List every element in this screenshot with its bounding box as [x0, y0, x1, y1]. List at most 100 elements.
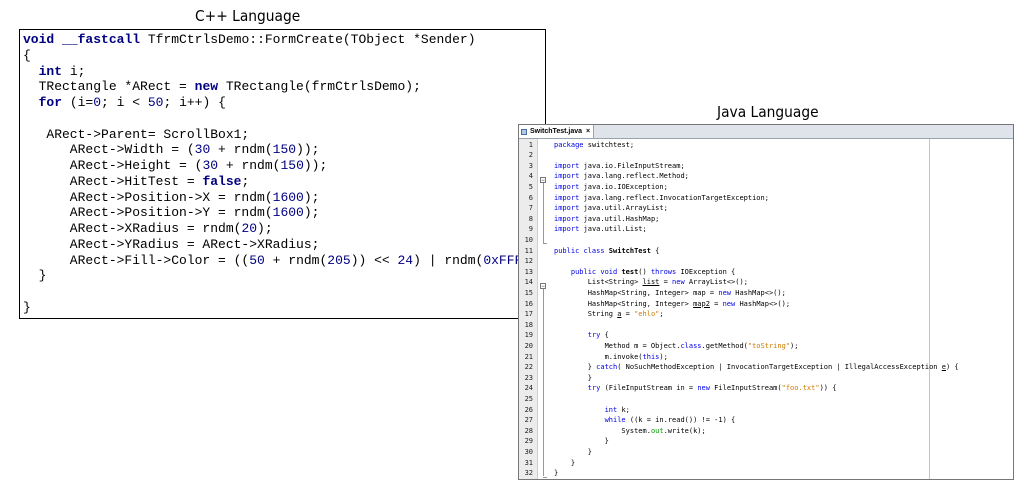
java-code-segment: );: [659, 352, 668, 361]
java-keyword: new: [718, 288, 732, 297]
java-code-segment: System.: [554, 426, 651, 435]
java-file-icon: [521, 128, 527, 135]
cpp-code-segment: ; i <: [101, 95, 148, 110]
cpp-code-line: for (i=0; i < 50; i++) {: [23, 95, 545, 111]
cpp-keyword: for: [38, 95, 63, 110]
java-heading: Java Language: [717, 103, 819, 121]
java-code-content: m.invoke(this);: [554, 352, 668, 363]
java-code-segment: java.util.HashMap;: [579, 214, 660, 223]
java-code-segment: .getMethod(: [701, 341, 748, 350]
java-code-segment: List<String>: [554, 278, 643, 287]
java-code-content: import java.io.FileInputStream;: [554, 161, 685, 172]
line-number: 28: [524, 426, 533, 435]
line-number: 24: [524, 384, 533, 393]
java-code-segment: m.invoke(: [554, 352, 643, 361]
java-code-segment: [554, 416, 605, 424]
cpp-code-editor[interactable]: void __fastcall TfrmCtrlsDemo::FormCreat…: [19, 29, 546, 319]
java-code-segment: HashMap<>();: [735, 299, 791, 308]
line-number: 17: [524, 310, 533, 319]
line-number: 18: [524, 320, 533, 329]
java-code-segment: switchtest;: [583, 140, 635, 149]
java-keyword: public class: [554, 246, 605, 255]
java-code-segment: HashMap<>();: [731, 288, 786, 297]
cpp-code-segment: ));: [303, 158, 328, 173]
line-number: 9: [528, 225, 533, 234]
close-tab-icon[interactable]: ×: [586, 128, 590, 135]
java-keyword: new: [672, 278, 685, 287]
java-code-segment: }: [554, 458, 576, 467]
java-code-content: import java.util.List;: [554, 224, 647, 235]
cpp-code-line: ARect->Fill->Color = ((50 + rndm(205)) <…: [23, 252, 545, 269]
cpp-keyword: void: [23, 32, 55, 47]
line-number: 19: [524, 331, 533, 340]
java-keyword: try: [587, 384, 601, 393]
cpp-code-segment: + rndm(: [210, 142, 273, 158]
java-code-content: HashMap<String, Integer> map = new HashM…: [554, 288, 786, 299]
cpp-code-segment: i;: [62, 63, 86, 79]
cpp-code-line: int i;: [23, 63, 545, 80]
cpp-code-line: ARect->XRadius = rndm(20);: [23, 221, 545, 237]
cpp-code-segment: ARect->Width = (: [23, 142, 195, 158]
java-keyword: import: [554, 193, 580, 202]
java-code-segment: =: [659, 278, 673, 287]
java-keyword: new: [722, 299, 736, 308]
java-code-content: }: [554, 458, 575, 469]
java-code-segment: }: [554, 363, 597, 372]
line-number: 26: [524, 405, 533, 414]
cpp-code-segment: ARect->XRadius = rndm(: [23, 221, 242, 236]
line-number: 25: [524, 394, 533, 403]
line-number: 11: [524, 246, 533, 255]
tab-switchtest-java[interactable]: SwitchTest.java ×: [519, 125, 595, 138]
java-code-segment: [554, 331, 588, 339]
java-keyword: new: [697, 384, 710, 393]
java-keyword: throws: [650, 267, 677, 276]
java-code-segment: HashMap<String, Integer>: [554, 299, 694, 308]
java-code-editor[interactable]: SwitchTest.java × − − 1 package switchtest…: [518, 124, 1014, 480]
line-number: 20: [524, 341, 533, 350]
cpp-code-segment: ARect->YRadius = ARect->XRadius;: [23, 236, 320, 252]
java-code-segment: java.util.ArrayList;: [579, 204, 668, 213]
java-code-content: package switchtest;: [554, 140, 634, 151]
java-code-segment: ((k = in.read()) != -1) {: [625, 416, 736, 425]
java-code-segment: )) {: [819, 384, 837, 393]
line-number: 32: [524, 469, 533, 478]
java-code-segment: java.lang.reflect.InvocationTargetExcept…: [579, 193, 769, 202]
java-code-content: System.out.write(k);: [554, 426, 705, 437]
java-code-content: HashMap<String, Integer> map2 = new Hash…: [554, 299, 790, 310]
cpp-code-line: {: [23, 47, 545, 64]
line-number: 16: [524, 299, 533, 308]
cpp-code-segment: (i=: [62, 95, 94, 110]
cpp-code-segment: );: [303, 189, 320, 205]
java-code-segment: (): [638, 267, 651, 276]
line-number: 4: [528, 172, 533, 181]
line-number: 22: [524, 363, 533, 372]
java-string: "ehlo": [634, 310, 660, 319]
java-code-content: }: [554, 436, 609, 447]
java-code-content: Method m = Object.class.getMethod("toStr…: [554, 341, 799, 352]
java-code-segment: k;: [617, 405, 630, 414]
java-keyword: this: [642, 352, 660, 361]
cpp-code-line: void __fastcall TfrmCtrlsDemo::FormCreat…: [23, 32, 545, 48]
cpp-code-segment: {: [23, 47, 31, 63]
cpp-code-segment: ARect->Position->X = rndm(: [23, 189, 273, 205]
java-keyword: while: [604, 416, 626, 425]
line-number: 10: [524, 235, 533, 244]
java-code-segment: HashMap<String, Integer> map =: [554, 288, 719, 297]
java-code-segment: test: [621, 267, 639, 276]
cpp-code-segment: ARect->Fill->Color = ((: [23, 252, 250, 268]
cpp-code-segment: ARect->HitTest =: [23, 173, 203, 189]
cpp-code-segment: + rndm(: [264, 252, 328, 268]
java-code-segment: [554, 268, 571, 276]
cpp-code-line: ARect->Position->Y = rndm(1600);: [23, 205, 545, 221]
java-code-content: while ((k = in.read()) != -1) {: [554, 415, 736, 426]
cpp-code-segment: ARect->Parent= ScrollBox1;: [23, 126, 250, 142]
java-code-segment: }: [554, 469, 559, 478]
cpp-code-segment: ARect->Height = (: [23, 158, 203, 173]
java-code-content: int k;: [554, 405, 630, 416]
cpp-code-segment: [23, 64, 39, 79]
java-code-segment: java.io.FileInputStream;: [579, 161, 685, 170]
cpp-number: 0: [93, 95, 102, 110]
java-keyword: try: [587, 331, 601, 340]
line-number: 31: [524, 458, 533, 467]
line-number: 14: [524, 278, 533, 287]
